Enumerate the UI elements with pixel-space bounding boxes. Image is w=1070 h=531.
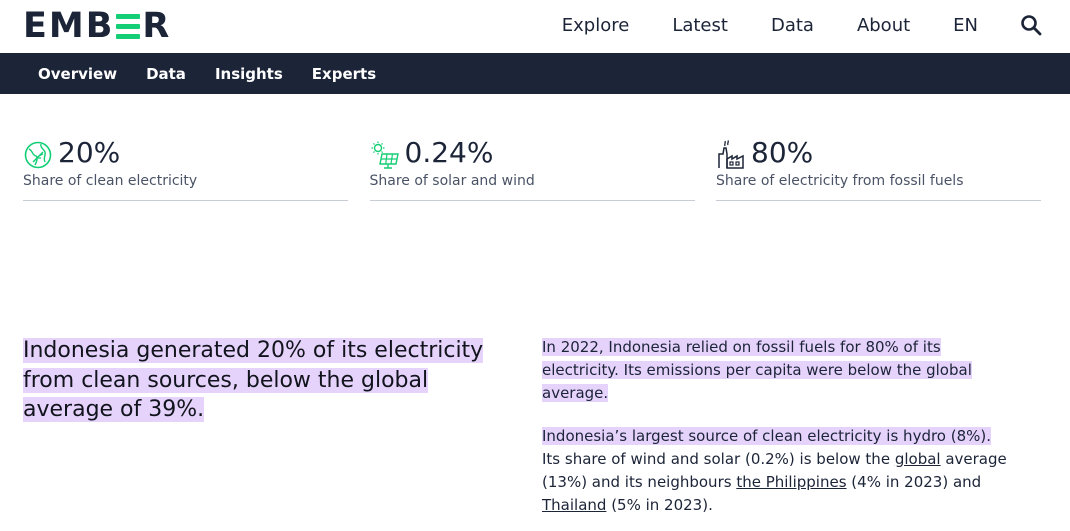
factory-icon <box>718 140 744 169</box>
paragraph-2-text-c: (4% in 2023) and <box>846 473 982 491</box>
stats-row: 20% Share of clean electricity 0.24% Sha… <box>23 136 1041 201</box>
stat-clean-electricity: 20% Share of clean electricity <box>23 136 348 201</box>
nav-about[interactable]: About <box>857 15 910 36</box>
logo-text: EMB <box>23 6 115 46</box>
lead-text: Indonesia generated 20% of its electrici… <box>23 338 484 422</box>
stat-label: Share of clean electricity <box>23 173 198 189</box>
ember-logo[interactable]: EMB R <box>23 6 171 46</box>
subnav-overview[interactable]: Overview <box>38 65 117 83</box>
top-bar: EMB R Explore Latest Data About EN <box>0 0 1070 53</box>
stat-solar-wind: 0.24% Share of solar and wind <box>369 136 695 201</box>
logo-e-mark-icon <box>116 13 141 39</box>
paragraph-2-text-d: (5% in 2023). <box>606 496 713 514</box>
main-nav: Explore Latest Data About EN <box>519 14 1042 36</box>
language-selector[interactable]: EN <box>953 15 978 36</box>
subnav-insights[interactable]: Insights <box>215 65 283 83</box>
nav-latest[interactable]: Latest <box>672 15 728 36</box>
nav-explore[interactable]: Explore <box>562 15 630 36</box>
lead-summary: Indonesia generated 20% of its electrici… <box>23 336 493 425</box>
stat-fossil-fuels: 80% Share of electricity from fossil fue… <box>716 136 1041 201</box>
logo-text-end: R <box>142 6 172 46</box>
link-global[interactable]: global <box>895 450 941 468</box>
link-philippines[interactable]: the Philippines <box>736 473 846 491</box>
body-text: In 2022, Indonesia relied on fossil fuel… <box>542 336 1012 531</box>
stat-value: 0.24% <box>404 136 494 169</box>
subnav-data[interactable]: Data <box>146 65 186 83</box>
stat-value: 80% <box>751 136 814 169</box>
paragraph-2: Indonesia’s largest source of clean elec… <box>542 425 1012 517</box>
paragraph-2-highlight: Indonesia’s largest source of clean elec… <box>542 427 992 445</box>
stat-label: Share of electricity from fossil fuels <box>716 173 964 189</box>
globe-leaf-icon <box>24 141 52 169</box>
stat-value: 20% <box>58 136 121 169</box>
paragraph-1-text: In 2022, Indonesia relied on fossil fuel… <box>542 338 972 402</box>
link-thailand[interactable]: Thailand <box>542 496 606 514</box>
solar-panel-icon <box>371 141 399 169</box>
nav-data[interactable]: Data <box>771 15 814 36</box>
sub-nav: Overview Data Insights Experts <box>0 53 1070 94</box>
search-icon[interactable] <box>1020 14 1042 36</box>
stat-label: Share of solar and wind <box>369 173 535 189</box>
paragraph-1: In 2022, Indonesia relied on fossil fuel… <box>542 336 1012 405</box>
subnav-experts[interactable]: Experts <box>312 65 376 83</box>
paragraph-2-text-a: Its share of wind and solar (0.2%) is be… <box>542 450 895 468</box>
